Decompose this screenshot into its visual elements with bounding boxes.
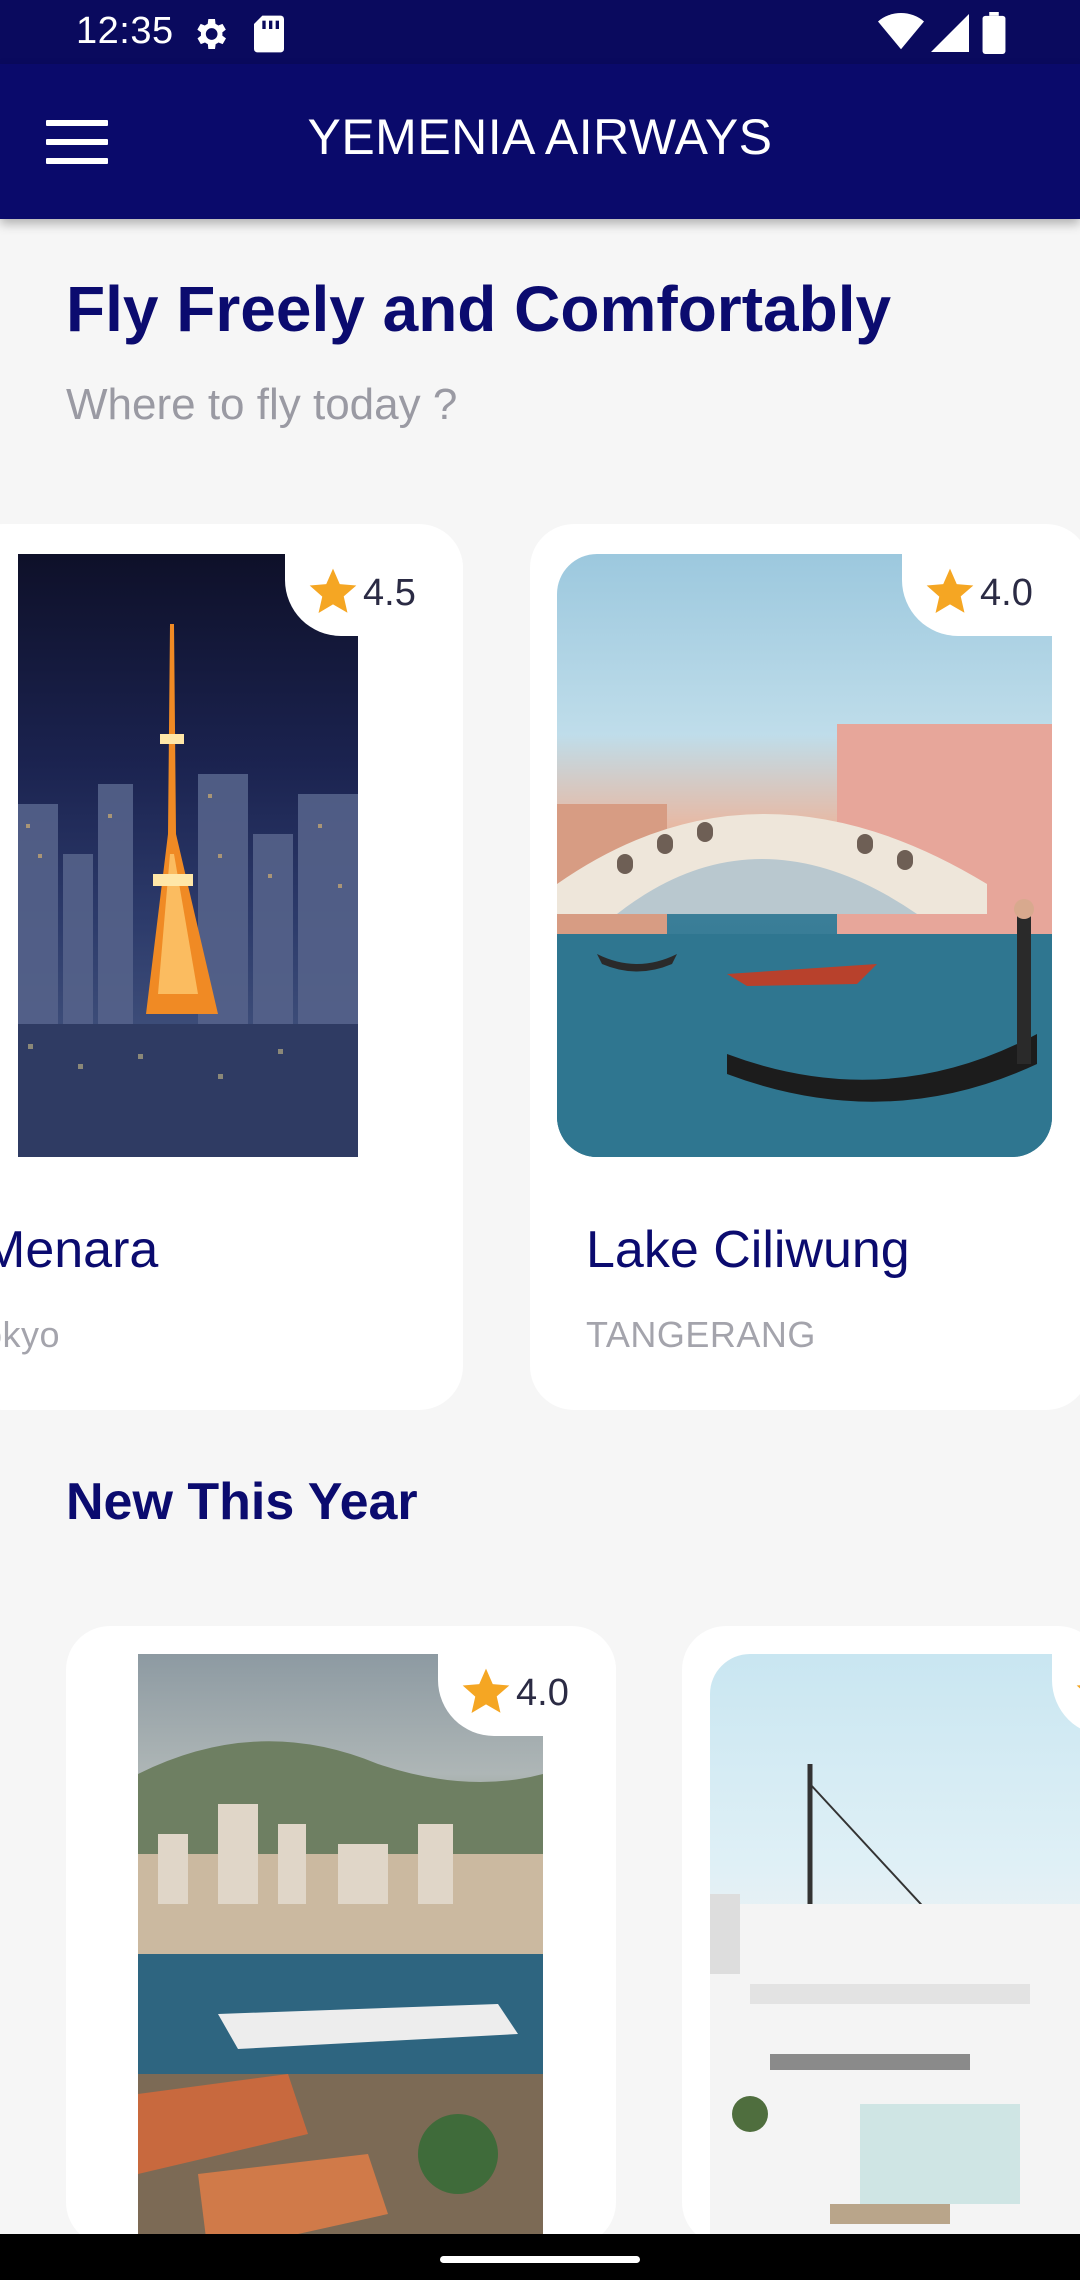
status-bar: 12:35 [0,0,1080,64]
destination-city: okyo [0,1314,61,1355]
destination-city: TANGERANG [586,1314,816,1355]
signal-icon [931,14,969,52]
app-bar: YEMENIA AIRWAYS [0,64,1080,219]
rating-badge: 4.0 [438,1654,616,1736]
destination-name: Menara [0,1221,159,1279]
venice-illustration [557,724,1052,1157]
destination-card-tokyo[interactable]: 4.5 Menara okyo [0,524,463,1410]
destination-name: Lake Ciliwung [586,1221,910,1279]
new-destination-card[interactable]: 4.0 [66,1626,616,2246]
app-title: YEMENIA AIRWAYS [307,109,773,165]
destination-image [710,1654,1080,2246]
star-icon [926,568,974,613]
home-gesture-handle[interactable] [440,2256,640,2263]
destination-card-lake-ciliwung[interactable]: 4.0 Lake Ciliwung TANGERANG [530,524,1080,1410]
battery-icon [982,12,1006,54]
star-icon [462,1668,510,1713]
rating-value: 4.0 [980,572,1033,614]
page-subtitle: Where to fly today ? [66,380,458,429]
status-time: 12:35 [76,10,174,52]
page-title: Fly Freely and Comfortably [66,273,892,345]
destination-image [557,554,1052,1157]
system-nav-bar [0,2234,1080,2280]
rating-badge: 4.5 [285,554,463,636]
sd-card-icon [254,15,284,53]
santorini-illustration [710,1764,1080,2246]
settings-icon [197,19,226,49]
monaco-illustration [138,1741,543,2246]
tokyo-tower-illustration [18,624,358,1157]
destination-image [18,554,358,1157]
new-destination-card[interactable] [682,1626,1080,2246]
destination-image [138,1654,543,2246]
star-icon [1076,1685,1080,1689]
rating-value: 4.5 [363,572,416,614]
rating-value: 4.0 [516,1672,569,1714]
rating-badge: 4.0 [902,554,1062,636]
section-title-new: New This Year [66,1473,418,1531]
wifi-icon [878,12,924,50]
star-icon [309,568,357,613]
